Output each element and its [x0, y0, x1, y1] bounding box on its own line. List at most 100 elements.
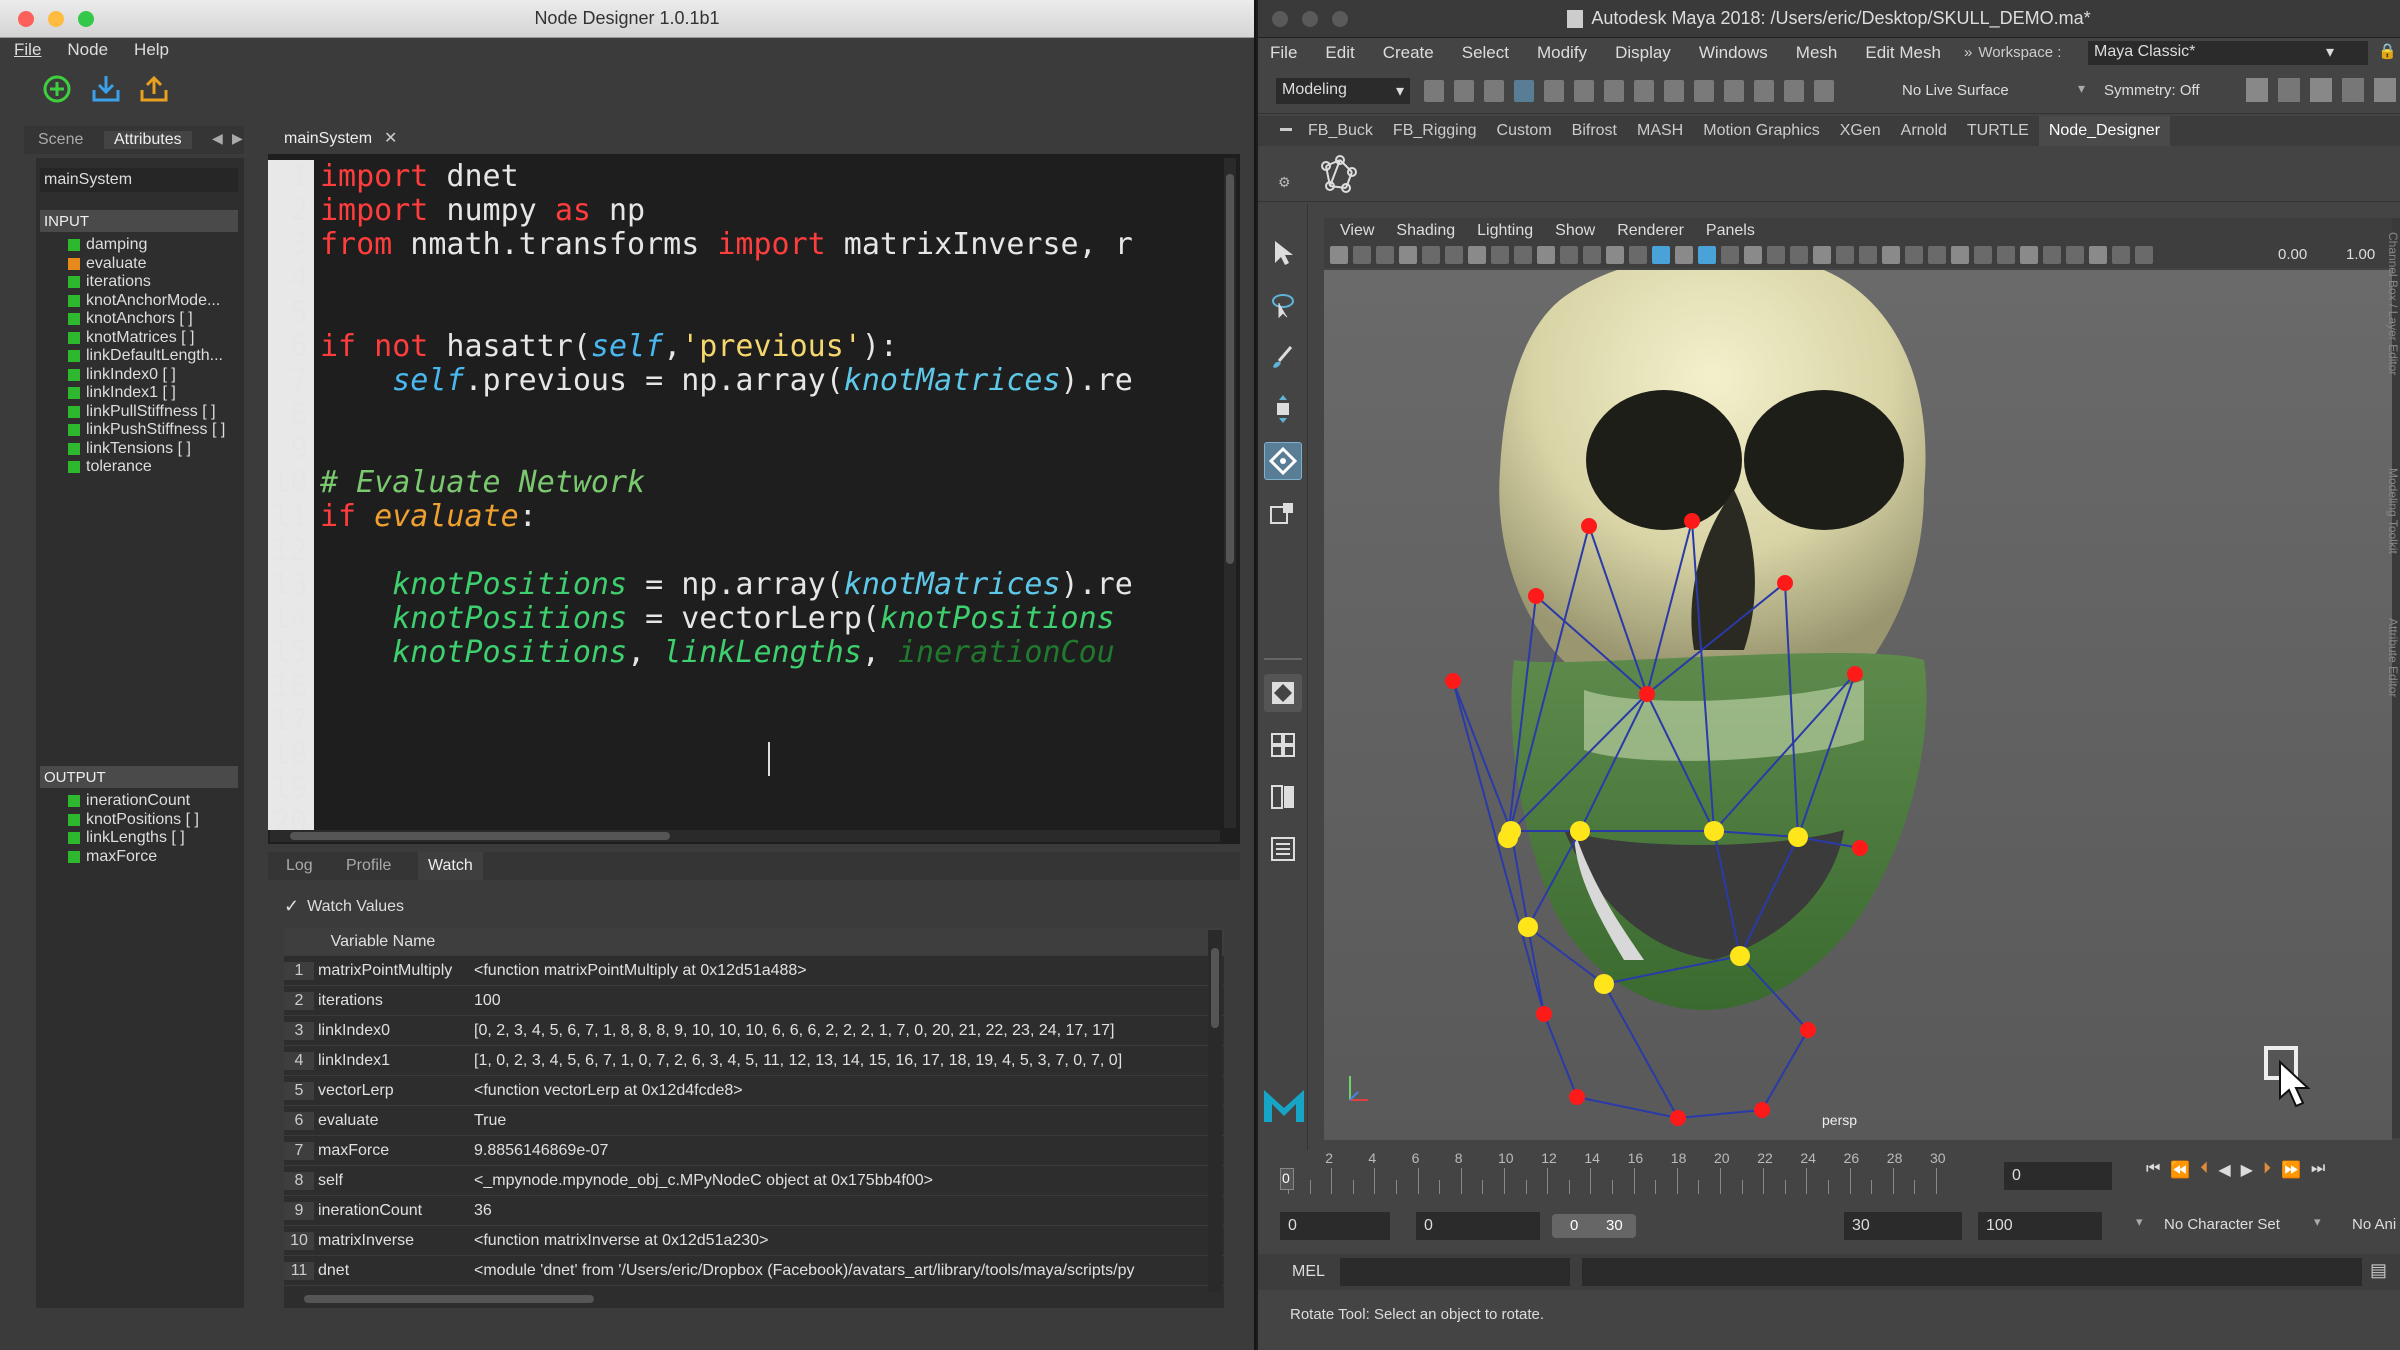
status-tool-icon[interactable]	[1754, 80, 1774, 102]
maya-minimize-button[interactable]	[1302, 11, 1318, 27]
range-slider-bar[interactable]: 0 30	[1552, 1214, 1636, 1238]
viewport-tool-icon[interactable]	[1790, 246, 1808, 264]
mode-dropdown[interactable]: Modeling ▾	[1276, 78, 1410, 104]
tab-log[interactable]: Log	[286, 857, 313, 875]
watch-values-toggle[interactable]: ✓ Watch Values	[284, 896, 404, 917]
step-back-key-icon[interactable]: ⏪	[2170, 1160, 2190, 1180]
four-pane-layout[interactable]	[1264, 726, 1302, 764]
viewport-tool-icon[interactable]	[1652, 246, 1670, 264]
viewport-tool-icon[interactable]	[1767, 246, 1785, 264]
editor-vscrollbar[interactable]	[1224, 158, 1236, 828]
table-row[interactable]: 3 linkIndex0 [0, 2, 3, 4, 5, 6, 7, 1, 8, 8…	[284, 1016, 1224, 1046]
select-tool[interactable]	[1264, 234, 1302, 272]
maya-menu-edit[interactable]: Edit	[1325, 43, 1354, 63]
editor-hscrollbar[interactable]	[270, 830, 1220, 842]
rig-knot[interactable]	[1684, 513, 1700, 529]
editor-hscroll-thumb[interactable]	[290, 832, 670, 840]
status-tool-icon[interactable]	[1784, 80, 1804, 102]
viewport-tool-icon[interactable]	[1330, 246, 1348, 264]
viewport-tool-icon[interactable]	[1629, 246, 1647, 264]
viewport-tool-icon[interactable]	[1491, 246, 1509, 264]
output-item[interactable]: maxForce	[68, 848, 238, 867]
mel-label[interactable]: MEL	[1292, 1263, 1325, 1281]
tab-profile[interactable]: Profile	[346, 857, 391, 875]
sidebar-toggle-icon[interactable]	[2374, 78, 2396, 102]
maya-close-button[interactable]	[1272, 11, 1288, 27]
viewport-tool-icon[interactable]	[1376, 246, 1394, 264]
lasso-tool[interactable]	[1264, 286, 1302, 324]
go-to-end-icon[interactable]: ⏭	[2311, 1160, 2325, 1180]
viewport-tool-icon[interactable]	[1422, 246, 1440, 264]
maya-menu-create[interactable]: Create	[1383, 43, 1434, 63]
status-tool-icon[interactable]	[1604, 80, 1624, 102]
table-hscroll-thumb[interactable]	[304, 1295, 594, 1303]
symmetry-label[interactable]: Symmetry: Off	[2104, 82, 2200, 99]
viewport-tool-icon[interactable]	[1997, 246, 2015, 264]
shelf-tab[interactable]: Custom	[1487, 116, 1562, 146]
maya-menu-windows[interactable]: Windows	[1699, 43, 1768, 63]
current-frame-field[interactable]: 0	[2004, 1162, 2112, 1190]
anim-layer-menu[interactable]: No Ani	[2352, 1216, 2396, 1233]
status-tool-icon[interactable]	[1514, 80, 1534, 102]
shelf-tab[interactable]: MASH	[1627, 116, 1693, 146]
viewport-tool-icon[interactable]	[1951, 246, 1969, 264]
prev-key-icon[interactable]: ⏴	[2200, 1160, 2208, 1180]
export-button[interactable]	[138, 72, 170, 109]
status-tool-icon[interactable]	[1664, 80, 1684, 102]
paint-select-tool[interactable]	[1264, 338, 1302, 376]
attribute-editor-tab[interactable]: Attribute Editor	[2386, 618, 2400, 697]
shelf-tab[interactable]: Arnold	[1891, 116, 1957, 146]
status-tool-icon[interactable]	[1424, 80, 1444, 102]
time-slider[interactable]: 2 4 6 8 10 12 14 16 18 20 22 24 26 28 30 0	[1280, 1150, 1960, 1196]
table-row[interactable]: 5 vectorLerp <function vectorLerp at 0x12d…	[284, 1076, 1224, 1106]
status-tool-icon[interactable]	[1724, 80, 1744, 102]
viewport-tool-icon[interactable]	[1974, 246, 1992, 264]
new-node-button[interactable]	[42, 74, 72, 109]
viewport-tool-icon[interactable]	[1721, 246, 1739, 264]
table-row[interactable]: 6 evaluate True	[284, 1106, 1224, 1136]
viewport-tool-icon[interactable]	[1744, 246, 1762, 264]
rig-knot[interactable]	[1536, 1006, 1552, 1022]
input-item[interactable]: damping	[68, 236, 238, 255]
viewport-menu-item[interactable]: Lighting	[1477, 222, 1533, 240]
live-surface-label[interactable]: No Live Surface	[1902, 82, 2009, 99]
input-item[interactable]: linkPushStiffness [ ]	[68, 421, 238, 440]
input-item[interactable]: linkIndex0 [ ]	[68, 366, 238, 385]
maya-menu-modify[interactable]: Modify	[1537, 43, 1587, 63]
maya-menu-edit-mesh[interactable]: Edit Mesh	[1865, 43, 1941, 63]
input-item[interactable]: knotMatrices [ ]	[68, 329, 238, 348]
chevron-down-icon[interactable]: ▾	[2136, 1214, 2143, 1230]
close-window-button[interactable]	[18, 11, 34, 27]
tab-scroll-right-icon[interactable]: ▶	[232, 130, 243, 147]
viewport-menu-item[interactable]: Shading	[1396, 222, 1455, 240]
viewport-menu-item[interactable]: Show	[1555, 222, 1595, 240]
render-icon[interactable]	[2246, 78, 2268, 102]
ipr-icon[interactable]	[2278, 78, 2300, 102]
move-tool[interactable]	[1264, 390, 1302, 428]
input-item[interactable]: linkTensions [ ]	[68, 440, 238, 459]
viewport-tool-icon[interactable]	[2066, 246, 2084, 264]
hypershade-icon[interactable]	[2342, 78, 2364, 102]
import-button[interactable]	[90, 72, 122, 109]
single-pane-layout[interactable]	[1264, 674, 1302, 712]
go-to-start-icon[interactable]: ⏮	[2146, 1160, 2160, 1180]
viewport-tool-icon[interactable]	[2112, 246, 2130, 264]
two-pane-layout[interactable]	[1264, 778, 1302, 816]
viewport-tool-icon[interactable]	[1882, 246, 1900, 264]
table-row[interactable]: 7 maxForce 9.8856146869e-07	[284, 1136, 1224, 1166]
lock-icon[interactable]: 🔒	[2378, 42, 2397, 60]
viewport-tool-icon[interactable]	[2020, 246, 2038, 264]
status-tool-icon[interactable]	[1544, 80, 1564, 102]
mel-input[interactable]	[1340, 1258, 1570, 1286]
next-key-icon[interactable]: ⏵	[2263, 1160, 2271, 1180]
status-tool-icon[interactable]	[1454, 80, 1474, 102]
viewport-tool-icon[interactable]	[1560, 246, 1578, 264]
input-item[interactable]: iterations	[68, 273, 238, 292]
viewport[interactable]: persp	[1324, 270, 2392, 1140]
table-vscroll-thumb[interactable]	[1211, 948, 1219, 1028]
chevron-down-icon[interactable]: ▾	[2314, 1214, 2321, 1230]
zoom-window-button[interactable]	[78, 11, 94, 27]
rig-knot[interactable]	[1777, 575, 1793, 591]
viewport-tool-icon[interactable]	[1928, 246, 1946, 264]
rig-knot[interactable]	[1754, 1102, 1770, 1118]
